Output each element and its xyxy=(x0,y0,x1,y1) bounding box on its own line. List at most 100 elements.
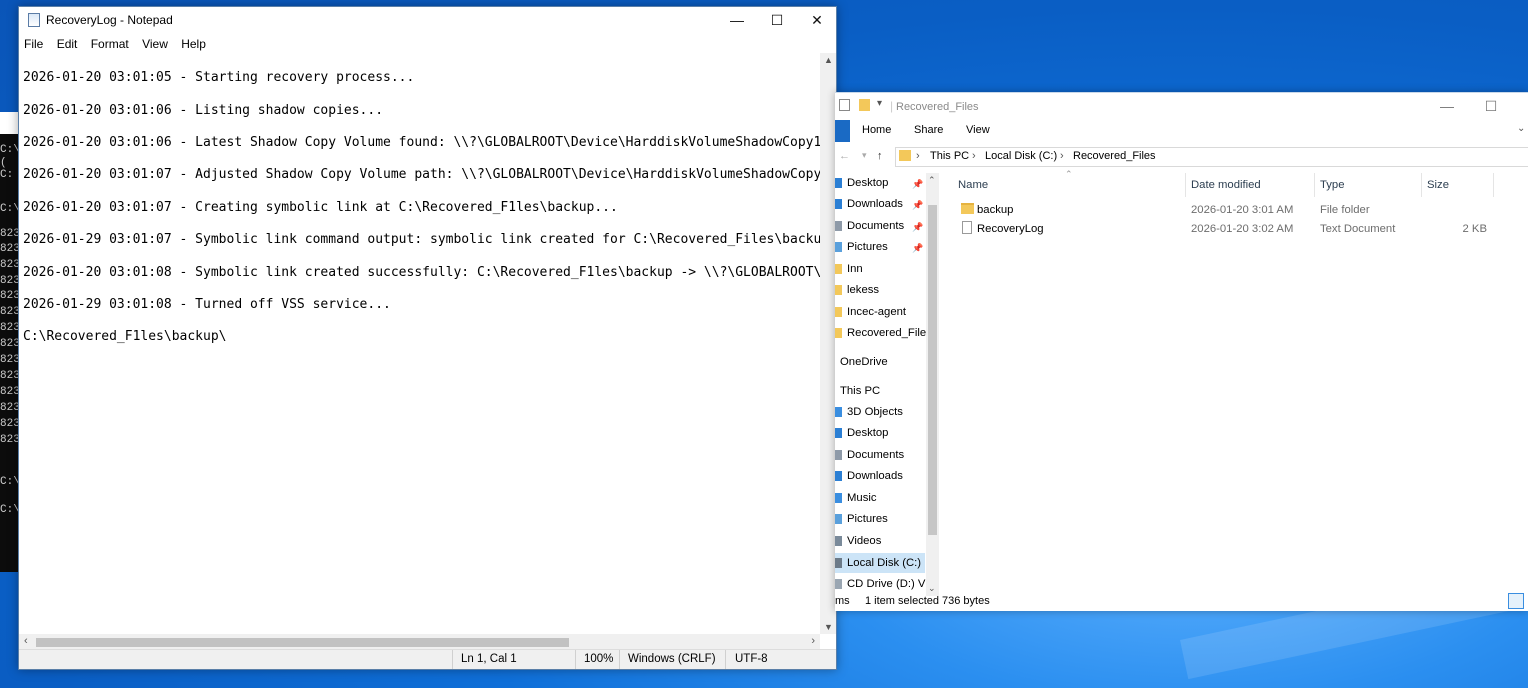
maximize-button[interactable]: ☐ xyxy=(757,7,797,33)
explorer-minimize-button[interactable]: — xyxy=(1427,93,1467,119)
nav-item-3d-objects[interactable]: 3D Objects xyxy=(847,406,903,418)
nav-item-downloads[interactable]: Downloads xyxy=(847,198,903,210)
column-divider[interactable] xyxy=(1314,173,1315,197)
nav-item-documents-pc[interactable]: Documents xyxy=(847,449,904,461)
breadcrumb-separator-icon: › xyxy=(972,150,976,162)
notepad-window[interactable]: RecoveryLog - Notepad — ☐ ✕ File Edit Fo… xyxy=(18,6,837,670)
nav-item-local-disk[interactable]: Local Disk (C:) xyxy=(847,557,921,569)
properties-icon[interactable] xyxy=(839,99,850,111)
file-name: backup xyxy=(977,204,1014,216)
desktop-icon xyxy=(835,428,842,438)
column-name[interactable]: Name xyxy=(958,179,988,191)
tab-share[interactable]: Share xyxy=(914,124,943,136)
pin-icon[interactable]: 📌 xyxy=(912,200,923,211)
title-separator: | xyxy=(890,99,894,113)
cursor-position: Ln 1, Cal 1 xyxy=(461,653,517,665)
file-row[interactable]: RecoveryLog 2026-01-20 3:02 AM Text Docu… xyxy=(953,220,1493,238)
nav-item-desktop-pc[interactable]: Desktop xyxy=(847,427,888,439)
nav-item-pictures[interactable]: Pictures xyxy=(847,241,888,253)
navigation-scroll-thumb[interactable] xyxy=(928,205,937,535)
pin-icon[interactable]: 📌 xyxy=(912,222,923,233)
download-icon xyxy=(835,199,842,209)
scroll-down-icon[interactable]: ▼ xyxy=(824,622,833,632)
menu-file[interactable]: File xyxy=(19,35,48,53)
nav-scroll-up-icon[interactable]: ⌃ xyxy=(928,175,936,186)
column-type[interactable]: Type xyxy=(1320,179,1345,191)
details-view-icon[interactable] xyxy=(1508,593,1524,609)
scroll-left-icon[interactable]: ‹ xyxy=(24,635,28,647)
tab-home[interactable]: Home xyxy=(862,124,891,136)
cube-icon xyxy=(835,407,842,417)
pin-icon[interactable]: 📌 xyxy=(912,243,923,254)
notepad-text-area[interactable]: 2026-01-20 03:01:05 - Starting recovery … xyxy=(19,53,820,634)
nav-item-lekess[interactable]: lekess xyxy=(847,284,879,296)
column-divider[interactable] xyxy=(1493,173,1494,197)
column-divider[interactable] xyxy=(1421,173,1422,197)
quick-access-dropdown-icon[interactable]: ▾ xyxy=(877,98,882,109)
menu-help[interactable]: Help xyxy=(176,35,211,53)
column-date-modified[interactable]: Date modified xyxy=(1191,179,1261,191)
nav-item-recovered-files[interactable]: Recovered_Files xyxy=(847,327,932,339)
minimize-button[interactable]: — xyxy=(717,7,757,33)
pictures-icon xyxy=(835,514,842,524)
nav-item-downloads-pc[interactable]: Downloads xyxy=(847,470,903,482)
file-type: Text Document xyxy=(1320,223,1396,235)
console-line: 823 xyxy=(0,354,20,366)
recent-dropdown-icon[interactable]: ▾ xyxy=(862,150,867,161)
new-folder-icon[interactable] xyxy=(859,99,870,111)
console-line: ( xyxy=(0,157,7,169)
file-type: File folder xyxy=(1320,204,1370,216)
notepad-title: RecoveryLog - Notepad xyxy=(46,13,173,27)
tab-view[interactable]: View xyxy=(966,124,990,136)
navigation-scrollbar[interactable]: ⌃ ⌄ xyxy=(926,173,939,596)
folder-icon xyxy=(835,285,842,295)
folder-icon xyxy=(835,328,842,338)
menu-edit[interactable]: Edit xyxy=(52,35,83,53)
close-button[interactable]: ✕ xyxy=(797,7,837,33)
file-tab[interactable] xyxy=(835,120,850,142)
folder-icon xyxy=(961,203,974,214)
nav-item-inn[interactable]: Inn xyxy=(847,263,863,275)
horizontal-scrollbar[interactable]: ‹ › xyxy=(19,634,820,650)
notepad-titlebar[interactable]: RecoveryLog - Notepad — ☐ ✕ xyxy=(19,7,836,33)
line-ending: Windows (CRLF) xyxy=(628,653,716,665)
console-line: 823 xyxy=(0,402,20,414)
nav-item-incec-agent[interactable]: Incec-agent xyxy=(847,306,906,318)
breadcrumb-this-pc[interactable]: This PC xyxy=(930,150,969,162)
up-icon[interactable]: ↑ xyxy=(877,150,883,162)
console-line: C:\ xyxy=(0,504,20,516)
nav-item-cd-drive[interactable]: CD Drive (D:) Vir xyxy=(847,578,932,590)
nav-item-documents[interactable]: Documents xyxy=(847,220,904,232)
nav-item-onedrive[interactable]: OneDrive xyxy=(840,356,888,368)
log-line: 2026-01-20 03:01:07 - Adjusted Shadow Co… xyxy=(23,167,820,183)
nav-item-videos[interactable]: Videos xyxy=(847,535,881,547)
vertical-scrollbar[interactable]: ▲ ▼ xyxy=(820,53,836,634)
pin-icon[interactable]: 📌 xyxy=(912,179,923,190)
explorer-titlebar[interactable]: ▾ | Recovered_Files — ☐ xyxy=(835,93,1528,120)
file-date: 2026-01-20 3:01 AM xyxy=(1191,204,1294,216)
explorer-maximize-button[interactable]: ☐ xyxy=(1471,93,1511,119)
menu-view[interactable]: View xyxy=(137,35,173,53)
scroll-right-icon[interactable]: › xyxy=(811,635,815,647)
nav-item-desktop[interactable]: Desktop xyxy=(847,177,888,189)
breadcrumb-separator-icon: › xyxy=(916,150,920,162)
breadcrumb-recovered-files[interactable]: Recovered_Files xyxy=(1073,150,1156,162)
breadcrumb-local-disk[interactable]: Local Disk (C:) xyxy=(985,150,1057,162)
address-folder-icon xyxy=(899,150,911,161)
file-explorer-window[interactable]: ▾ | Recovered_Files — ☐ Home Share View … xyxy=(835,92,1528,611)
column-divider[interactable] xyxy=(1185,173,1186,197)
horizontal-scroll-thumb[interactable] xyxy=(36,638,569,647)
nav-item-pictures-pc[interactable]: Pictures xyxy=(847,513,888,525)
documents-icon xyxy=(835,221,842,231)
menu-format[interactable]: Format xyxy=(86,35,134,53)
column-size[interactable]: Size xyxy=(1427,179,1449,191)
nav-item-music[interactable]: Music xyxy=(847,492,877,504)
scroll-up-icon[interactable]: ▲ xyxy=(824,55,833,65)
console-line: 823 xyxy=(0,418,20,430)
console-line: C:\ xyxy=(0,203,20,215)
nav-item-this-pc[interactable]: This PC xyxy=(840,385,880,397)
back-icon[interactable]: ← xyxy=(839,150,850,162)
file-row[interactable]: backup 2026-01-20 3:01 AM File folder xyxy=(953,201,1493,219)
sort-ascending-icon: ⌃ xyxy=(1065,169,1073,179)
ribbon-expand-icon[interactable]: ⌄ xyxy=(1517,123,1525,134)
